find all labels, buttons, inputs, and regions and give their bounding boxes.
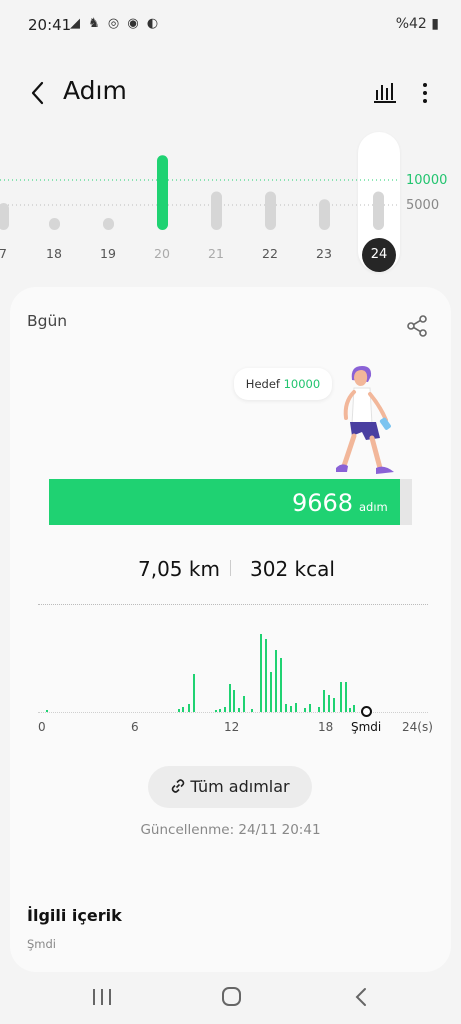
- chevron-left-icon: [31, 81, 44, 105]
- hour-bar: [345, 682, 347, 712]
- hour-label: 24(s): [402, 720, 433, 734]
- week-bar: [319, 199, 330, 230]
- day-label[interactable]: 19: [93, 246, 123, 261]
- day-label[interactable]: 21: [201, 246, 231, 261]
- all-steps-label: Tüm adımlar: [190, 777, 290, 796]
- status-time: 20:41: [28, 16, 72, 34]
- hour-label: 6: [131, 720, 139, 734]
- last-updated: Güncellenme: 24/11 20:41: [140, 822, 321, 838]
- hour-bar: [309, 704, 311, 712]
- bar-chart-icon: [374, 83, 396, 103]
- distance-value: 7,05 km: [138, 557, 220, 581]
- today-day-label[interactable]: 24: [362, 238, 396, 272]
- hour-bar: [285, 704, 287, 712]
- now-marker: [361, 706, 372, 717]
- more-options-button[interactable]: [410, 78, 440, 108]
- navigation-bar: [0, 972, 461, 1024]
- hour-bar: [353, 705, 355, 712]
- hour-bar: [340, 682, 342, 712]
- step-count: 9668: [292, 489, 354, 517]
- hour-bar: [275, 650, 277, 712]
- stat-divider: [230, 560, 231, 576]
- mid-axis-label: 5000: [406, 198, 440, 213]
- hour-bar: [333, 698, 335, 712]
- hour-bar: [265, 639, 267, 712]
- link-icon: [172, 779, 185, 793]
- day-label[interactable]: 22: [255, 246, 285, 261]
- day-label[interactable]: 7: [0, 246, 18, 261]
- goal-bubble: Hedef 10000: [234, 368, 332, 400]
- hour-bar: [270, 672, 272, 712]
- goal-axis-label: 10000: [406, 173, 448, 188]
- recent-apps-icon[interactable]: [90, 986, 114, 1008]
- hour-bar: [280, 658, 282, 712]
- day-label[interactable]: 23: [309, 246, 339, 261]
- related-title: İlgili içerik: [27, 906, 122, 925]
- week-bar: [211, 191, 222, 230]
- week-chart: [0, 155, 400, 230]
- card-title: Bgün: [27, 312, 68, 330]
- hour-label: 12: [224, 720, 240, 734]
- hour-bar: [260, 634, 262, 712]
- home-icon[interactable]: [220, 985, 244, 1009]
- hour-bar: [323, 690, 325, 712]
- battery-text: %42: [395, 16, 427, 32]
- calories-value: 302 kcal: [250, 557, 335, 581]
- all-steps-button[interactable]: Tüm adımlar: [148, 766, 312, 808]
- week-bar: [49, 218, 60, 230]
- nav-back-icon[interactable]: [350, 985, 374, 1009]
- hour-bar: [233, 690, 235, 712]
- goal-text: Hedef: [245, 377, 280, 391]
- battery-level: %42 ▮: [395, 16, 439, 32]
- hour-bar: [243, 696, 245, 712]
- hour-bar: [229, 684, 231, 712]
- hour-bar: [193, 674, 195, 712]
- day-label[interactable]: 20: [147, 246, 177, 261]
- back-button[interactable]: [24, 78, 54, 108]
- status-bar: 20:41 ◢ ♞ ◎ ◉ ◐ %42 ▮: [0, 0, 461, 50]
- week-bar: [157, 155, 168, 230]
- goal-value: 10000: [283, 377, 321, 391]
- chart-top-line: [38, 604, 428, 605]
- hour-label-now: Şmdi: [351, 720, 382, 734]
- hour-label: 0: [38, 720, 46, 734]
- hour-bar: [328, 695, 330, 712]
- share-button[interactable]: [404, 313, 430, 339]
- stats-button[interactable]: [370, 78, 400, 108]
- hour-bar: [295, 703, 297, 712]
- week-bar: [103, 218, 114, 230]
- walking-person-illustration: [336, 366, 394, 474]
- week-bar: [373, 191, 384, 230]
- hour-label: 18: [318, 720, 334, 734]
- step-unit: adım: [359, 500, 388, 514]
- page-title: Adım: [63, 76, 127, 105]
- week-bar: [265, 191, 276, 230]
- more-vertical-icon: [423, 83, 427, 103]
- related-subtitle: Şmdi: [27, 937, 56, 951]
- hour-bar: [188, 704, 190, 712]
- day-label[interactable]: 18: [39, 246, 69, 261]
- share-icon: [407, 315, 427, 337]
- week-bar: [0, 203, 9, 230]
- hourly-steps-chart: [46, 634, 355, 712]
- notification-icons: ◢ ♞ ◎ ◉ ◐: [70, 16, 161, 31]
